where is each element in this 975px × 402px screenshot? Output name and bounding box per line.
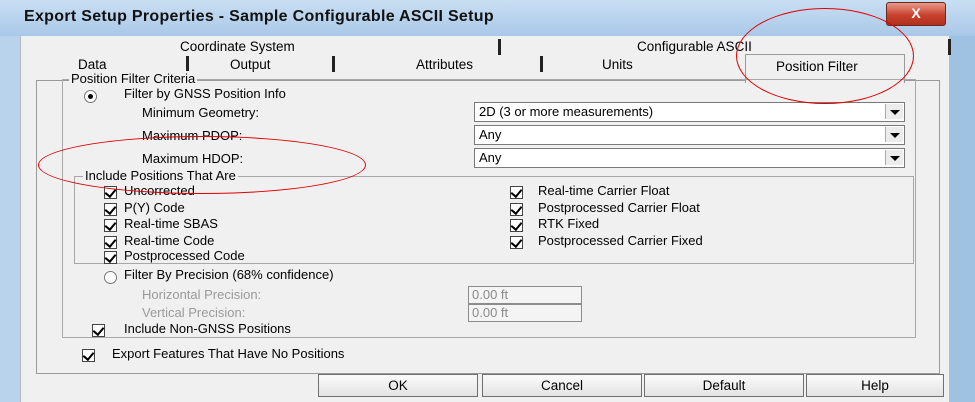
ok-button[interactable]: OK [318,374,478,397]
annotation-circle-hdop [38,136,366,194]
export-no-positions-label: Export Features That Have No Positions [112,346,345,361]
default-button[interactable]: Default [644,374,804,397]
annotation-circle-tab [736,8,914,104]
min-geometry-value: 2D (3 or more measurements) [479,104,654,119]
tab-configurable-ascii[interactable]: Configurable ASCII [637,39,752,54]
tab-coordinate-system[interactable]: Coordinate System [180,39,295,54]
postprocessed-code-label: Postprocessed Code [124,248,245,263]
postprocessed-carrier-fixed-checkbox[interactable] [510,236,523,249]
horizontal-precision-field[interactable]: 0.00 ft [468,286,582,304]
realtime-sbas-checkbox[interactable] [104,219,117,232]
horizontal-precision-value: 0.00 ft [472,287,509,302]
max-pdop-value: Any [479,127,502,142]
tab-output[interactable]: Output [230,57,271,72]
position-filter-criteria-legend: Position Filter Criteria [69,71,198,86]
realtime-code-checkbox[interactable] [104,236,117,249]
tab-data[interactable]: Data [78,57,107,72]
max-hdop-select[interactable]: Any [474,148,905,168]
postprocessed-carrier-float-checkbox[interactable] [510,203,523,216]
rtk-fixed-checkbox[interactable] [510,219,523,232]
rtk-fixed-label: RTK Fixed [538,216,600,231]
max-pdop-select[interactable]: Any [474,125,905,145]
filter-precision-label: Filter By Precision (68% confidence) [124,267,334,282]
py-code-label: P(Y) Code [124,200,185,215]
vertical-precision-label: Vertical Precision: [142,305,246,320]
close-button[interactable]: X [886,2,946,26]
realtime-code-label: Real-time Code [124,233,215,248]
help-button[interactable]: Help [806,374,944,397]
tab-units[interactable]: Units [602,57,633,72]
chevron-down-icon[interactable] [885,150,903,165]
filter-gnss-radio[interactable] [84,90,97,103]
chevron-down-icon[interactable] [885,127,903,142]
include-non-gnss-label: Include Non-GNSS Positions [124,321,291,336]
chevron-down-icon[interactable] [885,104,903,119]
min-geometry-select[interactable]: 2D (3 or more measurements) [474,102,905,122]
realtime-carrier-float-label: Real-time Carrier Float [538,183,670,198]
min-geometry-label: Minimum Geometry: [142,105,260,120]
realtime-sbas-label: Real-time SBAS [124,216,218,231]
tab-attributes[interactable]: Attributes [416,57,473,72]
postprocessed-code-checkbox[interactable] [104,251,117,264]
cancel-button[interactable]: Cancel [482,374,642,397]
window-title: Export Setup Properties - Sample Configu… [24,8,494,25]
py-code-checkbox[interactable] [104,203,117,216]
max-hdop-value: Any [479,150,502,165]
realtime-carrier-float-checkbox[interactable] [510,186,523,199]
postprocessed-carrier-float-label: Postprocessed Carrier Float [538,200,700,215]
vertical-precision-field[interactable]: 0.00 ft [468,304,582,322]
export-no-positions-checkbox[interactable] [82,349,95,362]
include-non-gnss-checkbox[interactable] [92,324,105,337]
vertical-precision-value: 0.00 ft [472,305,509,320]
postprocessed-carrier-fixed-label: Postprocessed Carrier Fixed [538,233,703,248]
filter-precision-radio[interactable] [104,271,117,284]
filter-gnss-label: Filter by GNSS Position Info [124,86,286,101]
horizontal-precision-label: Horizontal Precision: [142,287,262,302]
